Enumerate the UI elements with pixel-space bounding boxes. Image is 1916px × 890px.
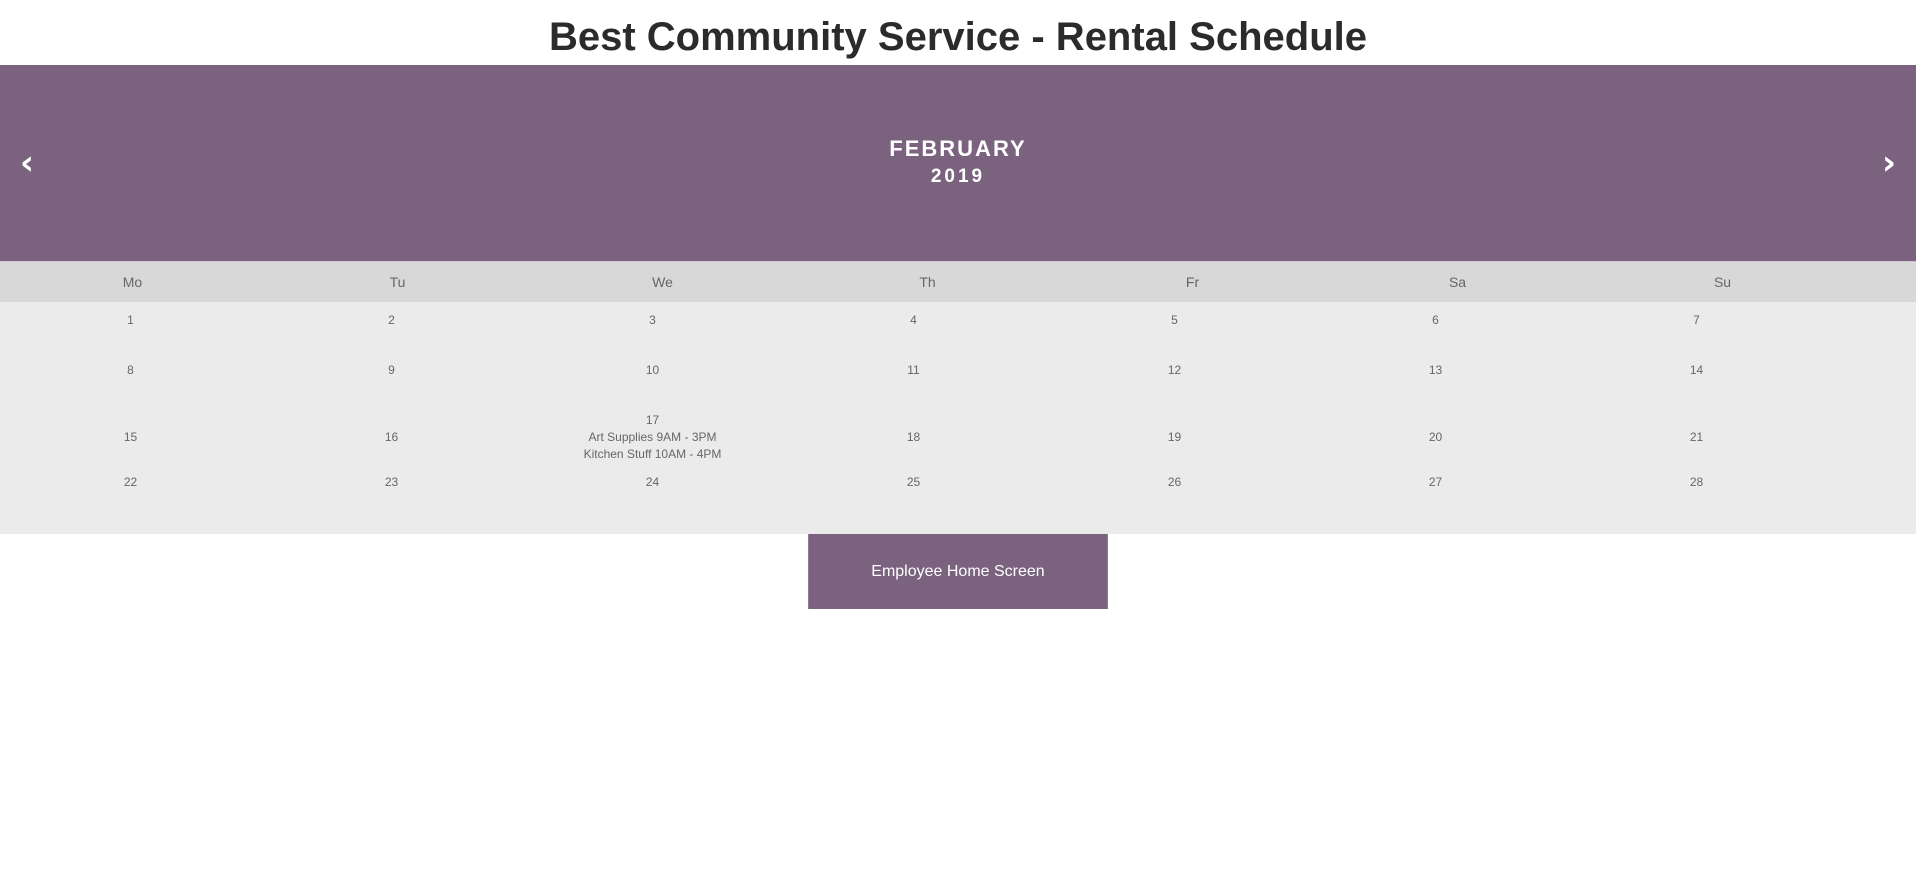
weekday-sa: Sa bbox=[1448, 274, 1467, 290]
day-cell[interactable]: 7 bbox=[1566, 312, 1827, 352]
day-cell[interactable]: 1 bbox=[0, 312, 261, 352]
day-cell[interactable]: 11 bbox=[783, 362, 1044, 402]
weekday-th: Th bbox=[919, 274, 936, 290]
day-cell[interactable]: 24 bbox=[522, 474, 783, 514]
day-cell[interactable]: 8 bbox=[0, 362, 261, 402]
week-row: 8 9 10 11 12 13 14 bbox=[0, 352, 1916, 402]
day-cell[interactable]: 13 bbox=[1305, 362, 1566, 402]
event-art-supplies[interactable]: Art Supplies 9AM - 3PM bbox=[522, 429, 783, 446]
day-cell[interactable]: 3 bbox=[522, 312, 783, 352]
week-row: 1 2 3 4 5 6 7 bbox=[0, 302, 1916, 352]
day-cell[interactable]: 6 bbox=[1305, 312, 1566, 352]
day-cell[interactable]: 15 bbox=[0, 412, 261, 464]
calendar-days-grid: 1 2 3 4 5 6 7 8 9 10 11 12 13 14 15 16 1… bbox=[0, 302, 1916, 534]
day-cell[interactable]: 16 bbox=[261, 412, 522, 464]
day-cell[interactable]: 21 bbox=[1566, 412, 1827, 464]
weekday-header-row: Mo Tu We Th Fr Sa Su bbox=[0, 261, 1916, 302]
day-cell[interactable]: 23 bbox=[261, 474, 522, 514]
weekday-fr: Fr bbox=[1185, 274, 1200, 290]
employee-home-screen-button[interactable]: Employee Home Screen bbox=[808, 534, 1108, 609]
day-cell[interactable]: 20 bbox=[1305, 412, 1566, 464]
month-year-label: FEBRUARY 2019 bbox=[0, 135, 1916, 191]
day-cell[interactable]: 12 bbox=[1044, 362, 1305, 402]
day-cell-with-events[interactable]: 17 Art Supplies 9AM - 3PM Kitchen Stuff … bbox=[522, 412, 783, 464]
weekday-mo: Mo bbox=[122, 274, 143, 290]
next-month-chevron-right-icon[interactable]: › bbox=[1862, 65, 1916, 261]
month-name: FEBRUARY bbox=[889, 136, 1027, 161]
event-kitchen-stuff[interactable]: Kitchen Stuff 10AM - 4PM bbox=[522, 446, 783, 463]
day-number: 17 bbox=[645, 413, 660, 427]
weekday-tu: Tu bbox=[389, 274, 406, 290]
weekday-su: Su bbox=[1713, 274, 1732, 290]
day-cell[interactable]: 10 bbox=[522, 362, 783, 402]
day-cell[interactable]: 18 bbox=[783, 412, 1044, 464]
year-name: 2019 bbox=[930, 166, 986, 187]
day-cell[interactable]: 14 bbox=[1566, 362, 1827, 402]
day-cell[interactable]: 27 bbox=[1305, 474, 1566, 514]
day-cell[interactable]: 5 bbox=[1044, 312, 1305, 352]
weekday-we: We bbox=[652, 274, 673, 290]
day-cell[interactable]: 26 bbox=[1044, 474, 1305, 514]
week-row: 15 16 17 Art Supplies 9AM - 3PM Kitchen … bbox=[0, 402, 1916, 464]
day-cell[interactable]: 9 bbox=[261, 362, 522, 402]
day-cell[interactable]: 25 bbox=[783, 474, 1044, 514]
day-cell[interactable]: 28 bbox=[1566, 474, 1827, 514]
day-cell[interactable]: 4 bbox=[783, 312, 1044, 352]
footer-area: Employee Home Screen bbox=[0, 534, 1916, 609]
page-title: Best Community Service - Rental Schedule bbox=[548, 15, 1367, 59]
week-row: 22 23 24 25 26 27 28 bbox=[0, 464, 1916, 514]
day-cell[interactable]: 22 bbox=[0, 474, 261, 514]
month-header: ‹ FEBRUARY 2019 › bbox=[0, 65, 1916, 261]
day-cell[interactable]: 19 bbox=[1044, 412, 1305, 464]
day-cell[interactable]: 2 bbox=[261, 312, 522, 352]
